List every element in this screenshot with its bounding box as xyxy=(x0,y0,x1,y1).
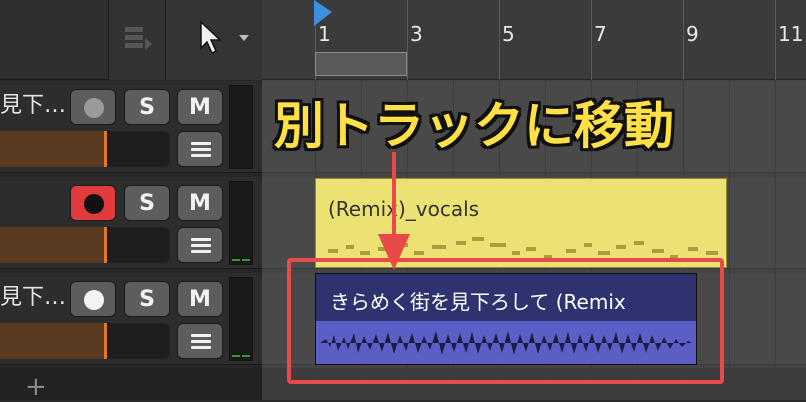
ruler-label: 11 xyxy=(778,22,804,46)
annotation-caption: 別トラックに移動 xyxy=(274,97,674,155)
ruler-label: 7 xyxy=(594,22,607,46)
chevron-down-icon[interactable] xyxy=(238,34,250,42)
fader-handle[interactable] xyxy=(104,131,107,167)
volume-fader[interactable] xyxy=(0,131,170,167)
fader-handle[interactable] xyxy=(104,227,107,263)
mute-button[interactable]: M xyxy=(177,89,223,125)
ruler-tick xyxy=(499,0,500,80)
level-meter xyxy=(229,277,253,361)
down-arrow-icon xyxy=(378,152,410,270)
solo-button[interactable]: S xyxy=(124,185,170,221)
ruler-label: 5 xyxy=(502,22,515,46)
record-arm-button-active[interactable] xyxy=(70,185,116,221)
add-track-button[interactable]: + xyxy=(25,372,47,402)
fader-fill xyxy=(0,227,104,263)
record-icon xyxy=(84,98,104,118)
ruler-tick xyxy=(591,0,592,80)
playhead-marker-icon[interactable] xyxy=(312,0,334,26)
record-icon xyxy=(84,194,104,214)
record-arm-button[interactable] xyxy=(70,281,116,317)
track-row-3[interactable]: 見下… S M xyxy=(0,273,262,365)
volume-fader[interactable] xyxy=(0,227,170,263)
track-list-button[interactable] xyxy=(108,0,166,80)
grid-line xyxy=(729,80,730,400)
track-menu-button[interactable] xyxy=(177,131,223,167)
level-meter xyxy=(229,181,253,265)
record-icon xyxy=(84,290,104,310)
solo-button[interactable]: S xyxy=(124,89,170,125)
ruler-label: 9 xyxy=(686,22,699,46)
track-menu-button[interactable] xyxy=(177,323,223,359)
ruler-label: 3 xyxy=(410,22,423,46)
volume-fader[interactable] xyxy=(0,323,170,359)
fader-fill xyxy=(0,323,104,359)
solo-button[interactable]: S xyxy=(124,281,170,317)
track-list-icon xyxy=(125,27,152,50)
ruler-tick xyxy=(775,0,776,80)
track-name: 見下… xyxy=(0,285,67,310)
level-meter xyxy=(229,85,253,169)
loop-region[interactable] xyxy=(315,52,407,76)
pointer-tool-button[interactable] xyxy=(166,0,262,80)
grid-line xyxy=(775,80,776,400)
track-row-1[interactable]: 見下… S M xyxy=(0,81,262,173)
track-menu-button[interactable] xyxy=(177,227,223,263)
cursor-arrow-icon xyxy=(200,20,222,55)
fader-fill xyxy=(0,131,104,167)
fader-handle[interactable] xyxy=(104,323,107,359)
ruler-tick xyxy=(407,0,408,80)
track-name: 見下… xyxy=(0,93,67,118)
annotation-highlight-box xyxy=(287,258,724,384)
track-row-2[interactable]: S M xyxy=(0,177,262,269)
ruler-tick xyxy=(683,0,684,80)
mute-button[interactable]: M xyxy=(177,185,223,221)
mute-button[interactable]: M xyxy=(177,281,223,317)
record-arm-button[interactable] xyxy=(70,89,116,125)
